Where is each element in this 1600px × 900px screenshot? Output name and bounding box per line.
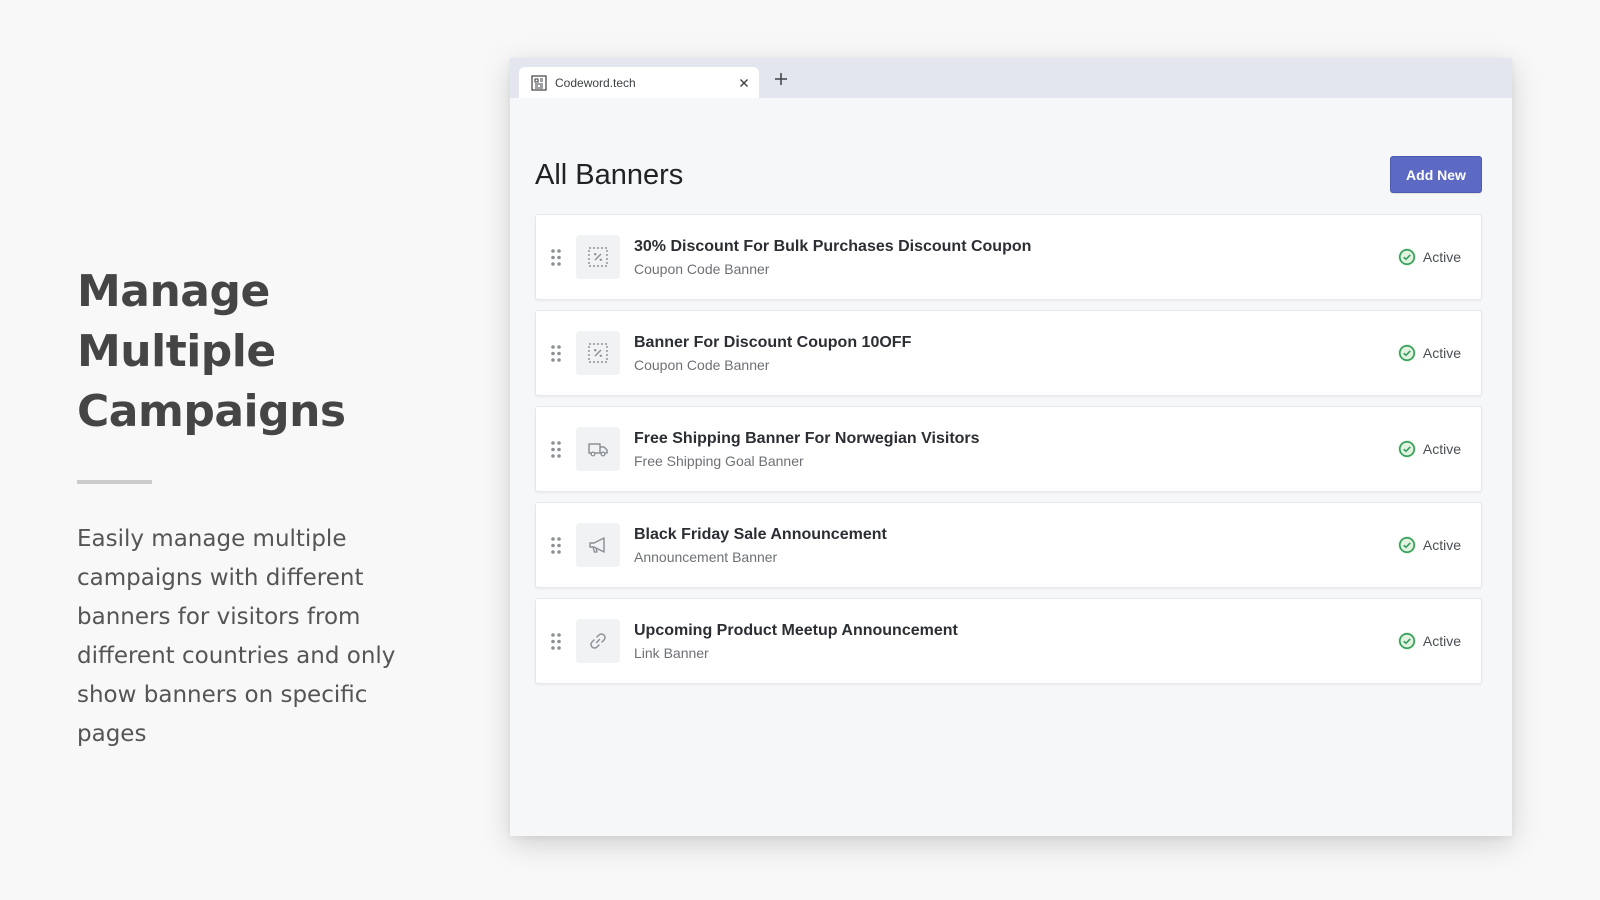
intro-description: Easily manage multiple campaigns with di… [77, 526, 396, 747]
status-badge: Active [1397, 343, 1461, 363]
check-circle-icon [1397, 344, 1416, 362]
banner-row[interactable]: Black Friday Sale Announcement Announcem… [535, 502, 1482, 588]
status-badge: Active [1397, 439, 1461, 459]
banner-type: Free Shipping Goal Banner [634, 452, 804, 469]
banner-thumbnail [576, 427, 620, 471]
check-circle-icon [1397, 536, 1416, 554]
coupon-icon [588, 343, 608, 363]
status-label: Active [1422, 441, 1461, 457]
drag-handle-icon[interactable] [551, 440, 561, 458]
site-favicon-icon [531, 74, 547, 91]
browser-window: Codeword.tech All Banners Add New 30% Di… [510, 58, 1512, 836]
banner-title[interactable]: Free Shipping Banner For Norwegian Visit… [634, 429, 980, 449]
add-new-button[interactable]: Add New [1390, 156, 1482, 193]
status-label: Active [1422, 633, 1461, 649]
drag-handle-icon[interactable] [551, 248, 561, 266]
banner-row[interactable]: Banner For Discount Coupon 10OFF Coupon … [535, 310, 1482, 396]
intro-heading-line2: Campaigns [77, 386, 346, 437]
browser-tab-title: Codeword.tech [555, 75, 636, 90]
check-circle-icon [1397, 440, 1416, 458]
close-icon[interactable] [739, 78, 749, 88]
page-title: All Banners [535, 159, 684, 191]
banner-row[interactable]: 30% Discount For Bulk Purchases Discount… [535, 214, 1482, 300]
megaphone-icon [589, 537, 605, 553]
status-label: Active [1422, 249, 1461, 265]
drag-handle-icon[interactable] [551, 632, 561, 650]
banner-text: Black Friday Sale Announcement Announcem… [634, 525, 887, 566]
drag-handle-icon[interactable] [551, 344, 561, 362]
banner-thumbnail [576, 331, 620, 375]
banner-text: Upcoming Product Meetup Announcement Lin… [634, 621, 958, 662]
banner-type: Coupon Code Banner [634, 356, 770, 373]
banner-text: Free Shipping Banner For Norwegian Visit… [634, 429, 980, 470]
intro-divider [77, 480, 152, 484]
banner-type: Link Banner [634, 644, 709, 661]
banner-title[interactable]: Black Friday Sale Announcement [634, 525, 887, 545]
banner-thumbnail [576, 619, 620, 663]
banner-row[interactable]: Upcoming Product Meetup Announcement Lin… [535, 598, 1482, 684]
status-label: Active [1422, 345, 1461, 361]
banner-list: 30% Discount For Bulk Purchases Discount… [535, 214, 1482, 694]
coupon-icon [588, 247, 608, 267]
banner-thumbnail [576, 235, 620, 279]
status-badge: Active [1397, 631, 1461, 651]
link-icon [590, 633, 606, 649]
banner-row[interactable]: Free Shipping Banner For Norwegian Visit… [535, 406, 1482, 492]
new-tab-plus-icon[interactable] [774, 72, 788, 86]
browser-tab[interactable]: Codeword.tech [519, 67, 759, 98]
banner-type: Announcement Banner [634, 548, 778, 565]
status-badge: Active [1397, 247, 1461, 267]
intro-section: Manage Multiple Campaigns Easily manage … [77, 262, 437, 754]
truck-icon [588, 443, 608, 457]
banner-type: Coupon Code Banner [634, 260, 770, 277]
check-circle-icon [1397, 632, 1416, 650]
banner-title[interactable]: Banner For Discount Coupon 10OFF [634, 333, 911, 353]
banner-title[interactable]: 30% Discount For Bulk Purchases Discount… [634, 237, 1031, 257]
status-badge: Active [1397, 535, 1461, 555]
browser-tab-bar: Codeword.tech [510, 58, 1512, 98]
banner-text: Banner For Discount Coupon 10OFF Coupon … [634, 333, 911, 374]
banner-title[interactable]: Upcoming Product Meetup Announcement [634, 621, 958, 641]
drag-handle-icon[interactable] [551, 536, 561, 554]
banner-thumbnail [576, 523, 620, 567]
check-circle-icon [1397, 248, 1416, 266]
intro-heading: Manage Multiple Campaigns [77, 262, 437, 442]
banner-text: 30% Discount For Bulk Purchases Discount… [634, 237, 1031, 278]
intro-heading-line1: Manage Multiple [77, 266, 276, 377]
status-label: Active [1422, 537, 1461, 553]
